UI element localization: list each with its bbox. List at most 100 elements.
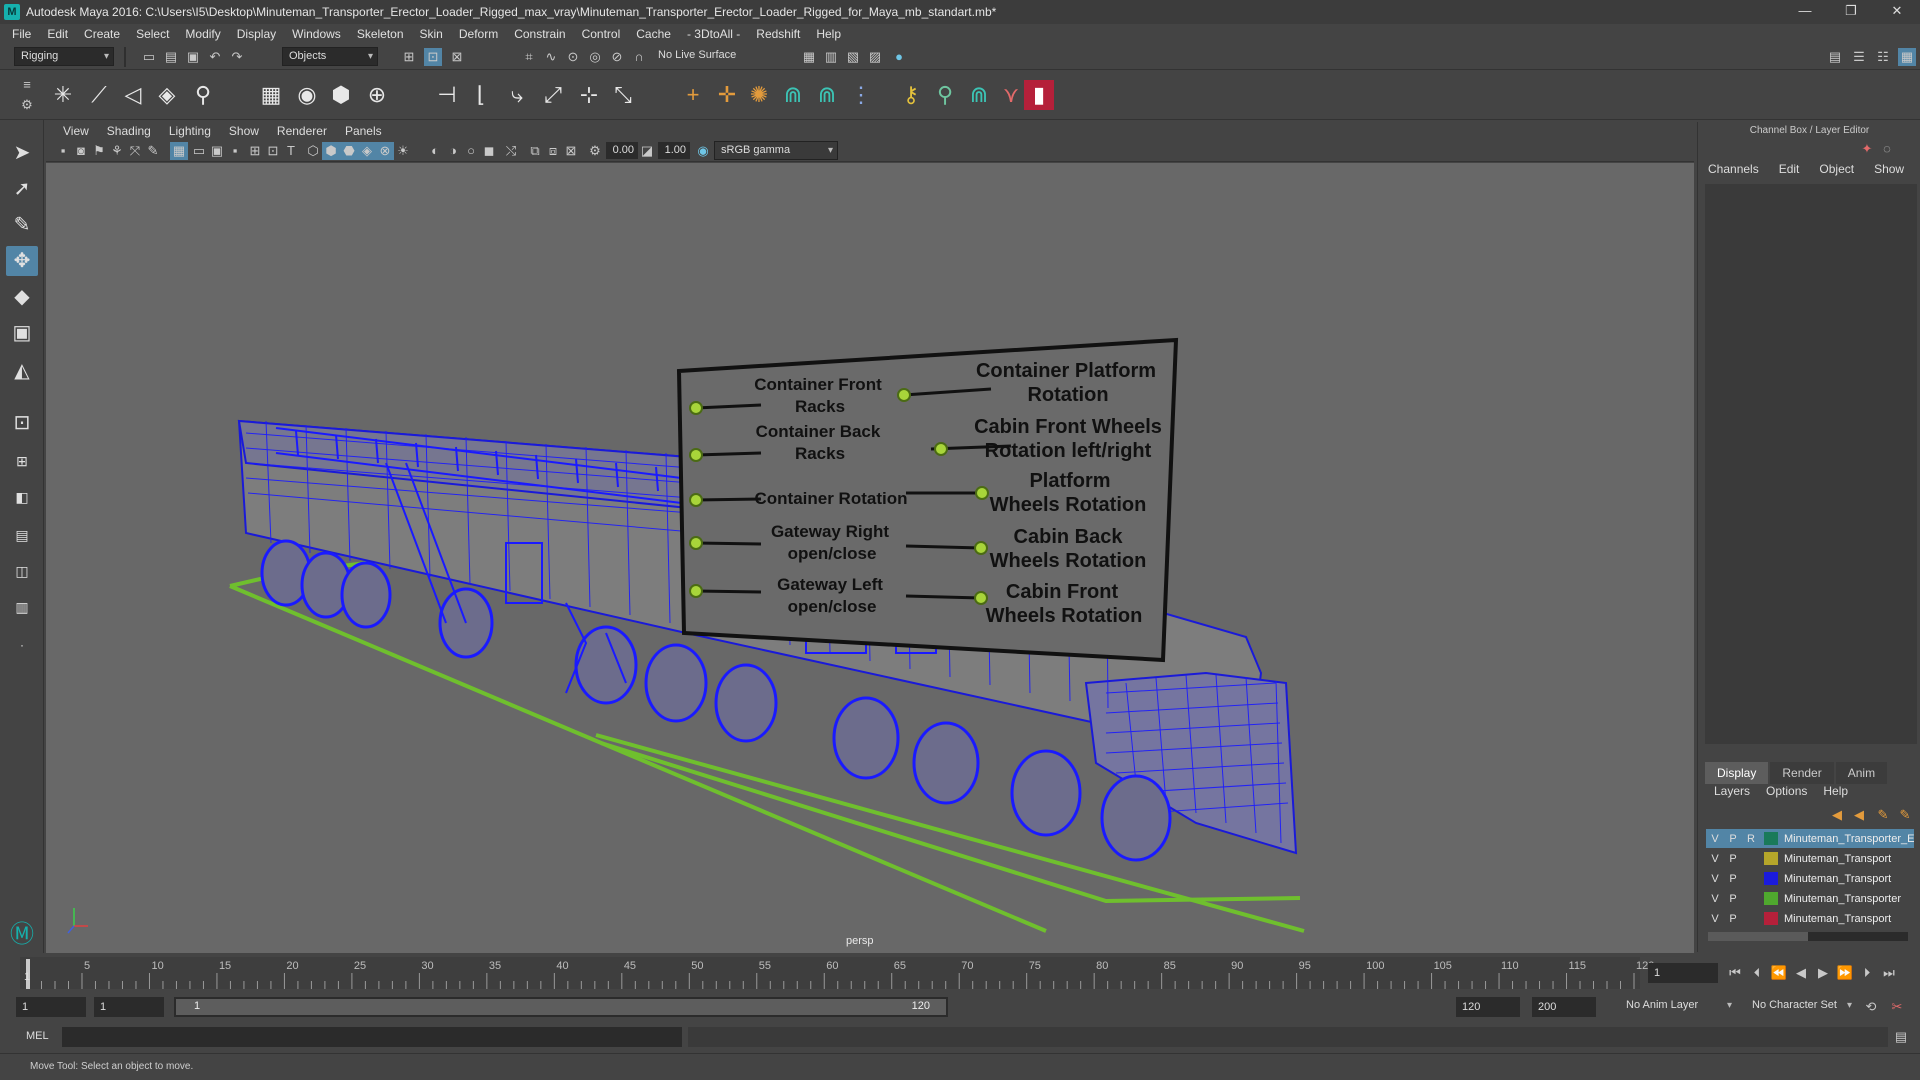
move-layer-down-icon[interactable]: ◀ bbox=[1850, 806, 1868, 824]
detach-skin-icon[interactable]: ⤢ bbox=[538, 80, 568, 110]
minimize-button[interactable]: — bbox=[1782, 0, 1828, 24]
cb-menu-edit[interactable]: Edit bbox=[1769, 162, 1810, 176]
step-forward-key-icon[interactable]: ⏵ bbox=[1858, 964, 1876, 982]
viewport-persp[interactable]: Container Front Racks Container Back Rac… bbox=[46, 163, 1694, 953]
gate-mask-icon[interactable]: ▪ bbox=[226, 142, 244, 160]
wrap-icon[interactable]: ⬢ bbox=[326, 80, 356, 110]
menu-create[interactable]: Create bbox=[76, 27, 128, 41]
menu-file[interactable]: File bbox=[4, 27, 39, 41]
layer-color-swatch[interactable] bbox=[1764, 852, 1778, 865]
four-pane-layout-icon[interactable]: ⊞ bbox=[6, 446, 38, 476]
layer-reference-toggle[interactable]: R bbox=[1742, 833, 1760, 845]
set-driven-key-icon[interactable]: ⚷ bbox=[896, 80, 926, 110]
command-input[interactable] bbox=[62, 1027, 682, 1047]
safe-action-icon[interactable]: ⊡ bbox=[264, 142, 282, 160]
layer-row[interactable]: V P Minuteman_Transporter bbox=[1706, 889, 1914, 908]
2d-pan-zoom-icon[interactable]: ⤧ bbox=[126, 142, 144, 160]
textured-icon[interactable]: ◈ bbox=[358, 142, 376, 160]
wire-icon[interactable]: ⊕ bbox=[362, 80, 392, 110]
channel-box-settings-icon[interactable]: ◌ bbox=[1878, 140, 1896, 158]
parent-constraint-icon[interactable]: ⋒ bbox=[812, 80, 842, 110]
layer-row[interactable]: V P Minuteman_Transport bbox=[1706, 869, 1914, 888]
shadows-icon[interactable]: ◐ bbox=[426, 142, 444, 160]
paint-weights-icon[interactable]: ⤷ bbox=[502, 80, 532, 110]
resolution-gate-icon[interactable]: ▣ bbox=[208, 142, 226, 160]
menu-cache[interactable]: Cache bbox=[628, 27, 679, 41]
point-constraint-icon[interactable]: ✛ bbox=[712, 80, 742, 110]
use-all-lights-icon[interactable]: ☀ bbox=[394, 142, 412, 160]
field-chart-icon[interactable]: ⊞ bbox=[246, 142, 264, 160]
gamma-icon[interactable]: ◪ bbox=[638, 142, 656, 160]
hypershade-layout-icon[interactable]: ▥ bbox=[6, 592, 38, 622]
panel-menu-lighting[interactable]: Lighting bbox=[160, 124, 220, 138]
tab-anim[interactable]: Anim bbox=[1835, 762, 1888, 784]
influence-icon[interactable]: ⊹ bbox=[574, 80, 604, 110]
live-surface-label[interactable]: No Live Surface bbox=[658, 49, 736, 61]
persp-outliner-layout-icon[interactable]: ▤ bbox=[6, 520, 38, 550]
wireframe-on-shaded-icon[interactable]: ⬣ bbox=[340, 142, 358, 160]
animation-end-field[interactable]: 200 bbox=[1532, 997, 1596, 1017]
layer-row[interactable]: V P R Minuteman_Transporter_Erec bbox=[1706, 829, 1914, 848]
layer-visibility-toggle[interactable]: V bbox=[1706, 853, 1724, 865]
step-forward-frame-icon[interactable]: ⏩ bbox=[1836, 964, 1854, 982]
layer-menu-help[interactable]: Help bbox=[1815, 784, 1856, 798]
shelf-settings-icon[interactable]: ⚙ bbox=[18, 96, 36, 114]
menu-redshift[interactable]: Redshift bbox=[748, 27, 808, 41]
modeling-toolkit-icon[interactable]: ▤ bbox=[1826, 48, 1844, 66]
layer-visibility-toggle[interactable]: V bbox=[1706, 913, 1724, 925]
panel-menu-renderer[interactable]: Renderer bbox=[268, 124, 336, 138]
command-language-label[interactable]: MEL bbox=[26, 1030, 49, 1042]
ik-handle-icon[interactable]: ⟋ bbox=[84, 80, 114, 110]
play-backwards-icon[interactable]: ◀ bbox=[1792, 964, 1810, 982]
rotate-tool-icon[interactable]: ◆ bbox=[6, 282, 38, 312]
menu-windows[interactable]: Windows bbox=[284, 27, 349, 41]
layer-playback-toggle[interactable]: P bbox=[1724, 853, 1742, 865]
layer-visibility-toggle[interactable]: V bbox=[1706, 833, 1724, 845]
menu-modify[interactable]: Modify bbox=[177, 27, 228, 41]
snap-point-icon[interactable]: ⊙ bbox=[564, 48, 582, 66]
open-scene-icon[interactable]: ▤ bbox=[162, 48, 180, 66]
playback-end-field[interactable]: 120 bbox=[1456, 997, 1520, 1017]
snap-view-icon[interactable]: ◎ bbox=[586, 48, 604, 66]
menu-deform[interactable]: Deform bbox=[451, 27, 506, 41]
auto-key-icon[interactable]: ⟲ bbox=[1862, 998, 1880, 1016]
layer-row[interactable]: V P Minuteman_Transport bbox=[1706, 909, 1914, 928]
layer-playback-toggle[interactable]: P bbox=[1724, 873, 1742, 885]
smooth-bind-icon[interactable]: ⌊ bbox=[466, 80, 496, 110]
exposure-icon[interactable]: ⊠ bbox=[562, 142, 580, 160]
exposure-reset-icon[interactable]: ⚙ bbox=[586, 142, 604, 160]
animation-start-field[interactable]: 1 bbox=[16, 997, 86, 1017]
grease-pencil-icon[interactable]: ✎ bbox=[144, 142, 162, 160]
undo-icon[interactable]: ↶ bbox=[206, 48, 224, 66]
play-forwards-icon[interactable]: ▶ bbox=[1814, 964, 1832, 982]
redo-icon[interactable]: ↷ bbox=[228, 48, 246, 66]
select-hierarchy-icon[interactable]: ⊞ bbox=[400, 48, 418, 66]
wireframe-icon[interactable]: ⬡ bbox=[304, 142, 322, 160]
camera-attributes-icon[interactable]: ◙ bbox=[72, 142, 90, 160]
cb-menu-object[interactable]: Object bbox=[1809, 162, 1864, 176]
menu-help[interactable]: Help bbox=[808, 27, 849, 41]
ik-spline-icon[interactable]: ◁ bbox=[118, 80, 148, 110]
panel-menu-shading[interactable]: Shading bbox=[98, 124, 160, 138]
render-settings-icon[interactable]: ▨ bbox=[866, 48, 884, 66]
single-pane-layout-icon[interactable]: ⊡ bbox=[6, 408, 38, 438]
panel-menu-show[interactable]: Show bbox=[220, 124, 268, 138]
camera-select-icon[interactable]: ▪ bbox=[54, 142, 72, 160]
new-layer-icon[interactable]: ✎ bbox=[1874, 806, 1892, 824]
panel-menu-view[interactable]: View bbox=[54, 124, 98, 138]
copy-weights-icon[interactable]: ⤡ bbox=[608, 80, 638, 110]
graph-editor-icon[interactable]: ▮ bbox=[1024, 80, 1054, 110]
range-bar-fill[interactable] bbox=[176, 999, 946, 1015]
ipr-render-icon[interactable]: ▧ bbox=[844, 48, 862, 66]
magnet-icon[interactable]: ∩ bbox=[630, 48, 648, 66]
time-slider-ruler[interactable]: 5 10 15 20 25 30 35 40 45 50 55 60 65 70 75 80 85 90 95 100… bbox=[20, 953, 1668, 993]
anim-layer-dropdown[interactable]: No Anim Layer bbox=[1620, 997, 1736, 1016]
cluster-icon[interactable]: ◉ bbox=[292, 80, 322, 110]
menu-constrain[interactable]: Constrain bbox=[506, 27, 573, 41]
panel-menu-panels[interactable]: Panels bbox=[336, 124, 391, 138]
layer-visibility-toggle[interactable]: V bbox=[1706, 873, 1724, 885]
motion-blur-icon[interactable]: ○ bbox=[462, 142, 480, 160]
insert-joint-icon[interactable]: ◈ bbox=[152, 80, 182, 110]
pose-icon[interactable]: ⋎ bbox=[996, 80, 1026, 110]
menuset-dropdown[interactable]: Rigging bbox=[14, 47, 114, 66]
